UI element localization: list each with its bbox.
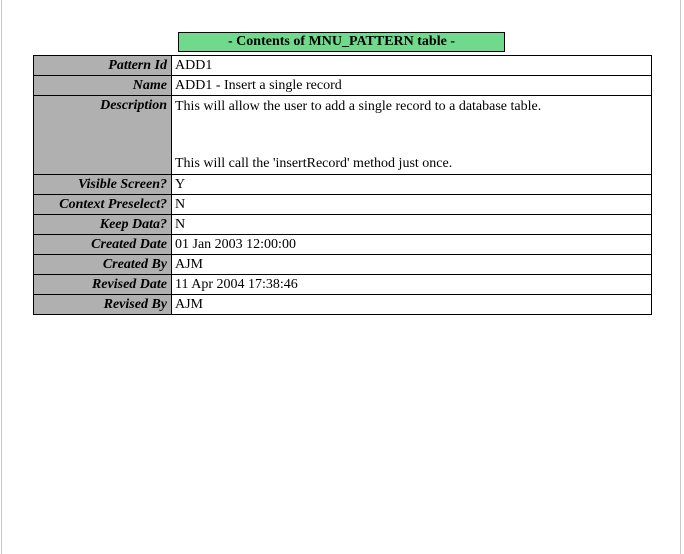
field-label-visible-screen: Visible Screen? (33, 174, 172, 195)
field-label-keep-data: Keep Data? (33, 214, 172, 235)
field-value-created-by: AJM (171, 254, 652, 275)
field-value-revised-by: AJM (171, 294, 652, 315)
field-label-description: Description (33, 95, 172, 175)
table-row: Name ADD1 - Insert a single record (33, 75, 652, 96)
description-text: This will allow the user to add a single… (175, 99, 542, 171)
table-row: Revised By AJM (33, 294, 652, 315)
page-title: - Contents of MNU_PATTERN table - (178, 32, 505, 52)
field-label-created-by: Created By (33, 254, 172, 275)
field-value-name: ADD1 - Insert a single record (171, 75, 652, 96)
field-label-revised-by: Revised By (33, 294, 172, 315)
pattern-details-table-body: Pattern Id ADD1 Name ADD1 - Insert a sin… (33, 55, 652, 315)
field-value-description: This will allow the user to add a single… (171, 95, 652, 175)
pattern-details-table: Pattern Id ADD1 Name ADD1 - Insert a sin… (33, 55, 652, 315)
table-row: Created By AJM (33, 254, 652, 275)
table-row: Description This will allow the user to … (33, 95, 652, 175)
page-title-banner: - Contents of MNU_PATTERN table - (178, 32, 505, 52)
table-row: Context Preselect? N (33, 194, 652, 215)
table-row: Pattern Id ADD1 (33, 55, 652, 76)
field-value-pattern-id: ADD1 (171, 55, 652, 76)
table-row: Created Date 01 Jan 2003 12:00:00 (33, 234, 652, 255)
field-label-name: Name (33, 75, 172, 96)
field-label-created-date: Created Date (33, 234, 172, 255)
field-label-context-preselect: Context Preselect? (33, 194, 172, 215)
table-row: Revised Date 11 Apr 2004 17:38:46 (33, 274, 652, 295)
page-content: - Contents of MNU_PATTERN table - Patter… (0, 0, 684, 554)
field-label-pattern-id: Pattern Id (33, 55, 172, 76)
field-value-visible-screen: Y (171, 174, 652, 195)
field-value-keep-data: N (171, 214, 652, 235)
table-row: Keep Data? N (33, 214, 652, 235)
field-label-revised-date: Revised Date (33, 274, 172, 295)
field-value-revised-date: 11 Apr 2004 17:38:46 (171, 274, 652, 295)
field-value-context-preselect: N (171, 194, 652, 215)
table-row: Visible Screen? Y (33, 174, 652, 195)
field-value-created-date: 01 Jan 2003 12:00:00 (171, 234, 652, 255)
